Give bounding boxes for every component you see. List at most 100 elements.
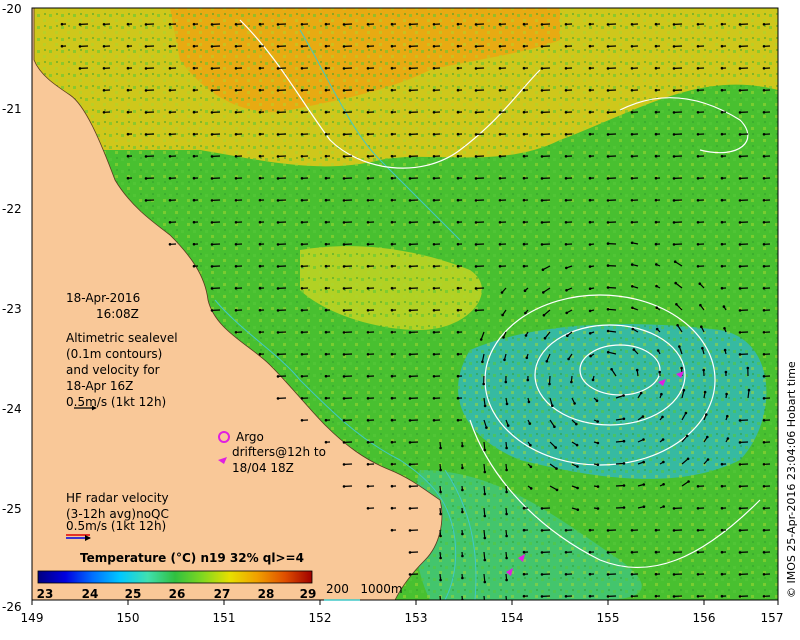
velocity-arrow-head [630, 23, 634, 26]
argo-label: Argo [236, 430, 264, 444]
velocity-arrow-head [78, 45, 82, 48]
velocity-arrow-head [540, 155, 544, 158]
velocity-arrow-head [461, 466, 464, 470]
velocity-arrow-head [483, 470, 487, 474]
velocity-arrow-head [192, 154, 196, 158]
velocity-arrow-head [522, 594, 526, 598]
velocity-arrow-head [60, 22, 64, 26]
velocity-arrow-head [762, 419, 766, 422]
velocity-arrow-head [474, 23, 478, 26]
velocity-arrow-head [606, 308, 610, 311]
velocity-arrow-head [342, 463, 346, 466]
velocity-arrow-head [596, 441, 600, 445]
velocity-arrow-head [631, 285, 634, 288]
velocity-arrow-head [461, 488, 464, 492]
velocity-arrow-head [474, 221, 478, 224]
velocity-arrow-head [573, 402, 576, 405]
velocity-arrow-head [576, 465, 579, 468]
velocity-arrow-head [390, 242, 394, 246]
velocity-arrow-head [635, 368, 639, 372]
velocity-arrow-head [588, 243, 592, 246]
velocity-arrow-head [390, 286, 394, 290]
velocity-arrow-head [564, 23, 568, 26]
velocity-arrow-head [630, 45, 634, 48]
velocity-arrow-head [662, 483, 665, 486]
altimetry-line: 18-Apr 16Z [66, 379, 133, 393]
velocity-arrow-head [672, 507, 676, 510]
velocity-arrow-head [192, 22, 196, 26]
velocity-arrow-head [720, 66, 724, 70]
velocity-arrow-head [234, 89, 238, 92]
velocity-arrow-head [588, 22, 592, 26]
velocity-arrow-head [606, 242, 610, 245]
velocity-arrow-head [456, 330, 460, 334]
velocity-arrow-head [102, 67, 106, 70]
velocity-arrow-head [738, 331, 742, 334]
velocity-arrow-head [210, 265, 214, 268]
velocity-arrow-head [720, 220, 724, 224]
velocity-arrow-head [706, 435, 709, 439]
lon-tick-label: 151 [213, 611, 236, 625]
velocity-arrow-head [762, 133, 766, 136]
velocity-arrow-head [102, 23, 106, 26]
velocity-arrow [439, 595, 442, 600]
velocity-arrow-head [456, 242, 460, 246]
velocity-arrow-head [541, 268, 545, 272]
velocity-arrow-head [258, 22, 262, 26]
velocity-arrow-head [696, 177, 700, 180]
velocity-arrow-head [606, 264, 610, 267]
velocity-arrow-head [234, 111, 238, 114]
altimetry-line: Altimetric sealevel [66, 331, 178, 345]
velocity-arrow-head [762, 45, 766, 48]
velocity-arrow-head [522, 220, 526, 224]
velocity-arrow-head [606, 551, 610, 554]
velocity-arrow-head [588, 550, 592, 554]
velocity-arrow-head [390, 528, 394, 532]
velocity-arrow-head [439, 446, 442, 450]
velocity-arrow-head [642, 505, 646, 509]
velocity-arrow-head [720, 264, 724, 268]
velocity-arrow-head [762, 441, 766, 444]
velocity-arrow-head [192, 88, 196, 92]
velocity-arrow-head [654, 110, 658, 114]
velocity-arrow-head [525, 356, 529, 360]
velocity-arrow-head [654, 66, 658, 70]
velocity-arrow-head [564, 133, 568, 136]
velocity-arrow-head [720, 154, 724, 158]
velocity-arrow-head [276, 177, 280, 180]
velocity-arrow-head [366, 89, 370, 92]
velocity-arrow-head [738, 221, 742, 224]
velocity-arrow-head [366, 67, 370, 70]
velocity-arrow-head [481, 360, 484, 364]
velocity-arrow-head [276, 221, 280, 224]
velocity-arrow-head [432, 397, 436, 400]
velocity-arrow-head [234, 265, 238, 268]
velocity-arrow-head [408, 45, 412, 48]
velocity-arrow-head [144, 177, 148, 180]
velocity-arrow-head [102, 45, 106, 48]
velocity-arrow-head [606, 350, 610, 354]
velocity-arrow-head [342, 177, 346, 180]
velocity-arrow-head [300, 375, 304, 378]
velocity-arrow-head [390, 396, 394, 400]
velocity-arrow-head [642, 483, 646, 486]
velocity-arrow-head [456, 66, 460, 70]
velocity-arrow-head [706, 458, 710, 461]
velocity-arrow-head [696, 89, 700, 92]
velocity-arrow-head [210, 177, 214, 180]
velocity-arrow-head [192, 132, 196, 136]
velocity-arrow-head [746, 366, 750, 370]
velocity-arrow-head [630, 111, 634, 114]
date-label: 18-Apr-2016 [66, 291, 140, 305]
velocity-arrow-head [522, 198, 526, 202]
velocity-arrow-head [300, 133, 304, 136]
velocity-arrow-head [726, 414, 729, 418]
velocity-arrow-head [738, 45, 742, 48]
velocity-arrow-head [234, 199, 238, 202]
velocity-arrow-head [524, 334, 528, 337]
velocity-arrow-head [390, 154, 394, 158]
velocity-arrow-head [564, 529, 568, 532]
velocity-arrow-head [505, 446, 508, 450]
velocity-arrow-head [675, 303, 678, 306]
velocity-arrow-head [738, 89, 742, 92]
